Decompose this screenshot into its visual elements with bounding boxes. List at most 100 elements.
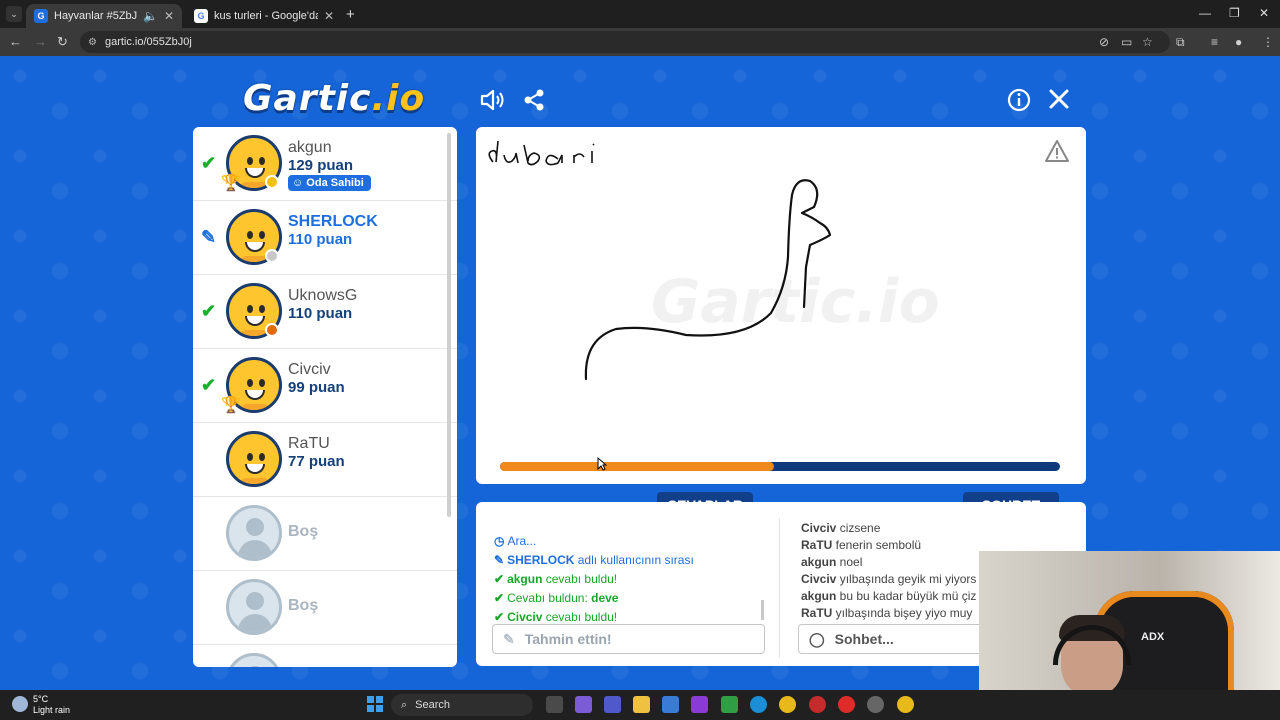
address-bar[interactable]: ⚙ gartic.io/055ZbJ0j [80,31,1170,53]
new-tab-plus-icon[interactable]: + [346,6,355,23]
status-dot [265,323,279,337]
chrome-active-icon[interactable] [897,696,914,713]
media-control-icon[interactable]: ≡ [1211,35,1218,49]
browser-tab-bar: ⌄ G Hayvanlar #5ZbJ0j (Türkçe) 🔈 ✕ G kus… [0,0,1280,28]
status-dot [265,175,279,189]
chat-message: Civciv cizsene [801,520,1086,537]
rain-cloud-icon [12,696,28,712]
empty-avatar-icon [226,653,282,667]
tracking-icon[interactable]: ⊘ [1099,35,1109,49]
answer-message [494,522,764,532]
chat-user: RaTU [801,606,833,620]
profile-avatar-icon[interactable]: ● [1235,35,1242,49]
url-text: gartic.io/055ZbJ0j [104,36,192,48]
teams-icon[interactable] [604,696,621,713]
opera-icon[interactable] [809,696,826,713]
store-icon[interactable] [662,696,679,713]
player-name: akgun [288,139,332,156]
owner-icon: ☺ [292,177,304,189]
chat-user: akgun [801,589,837,603]
info-icon[interactable] [1007,88,1031,112]
gartic-logo: Gartic.io [243,78,426,119]
tab-close-icon[interactable]: ✕ [164,9,174,23]
sound-icon[interactable] [480,88,506,112]
answer-message: ✔ akgun cevabı buldu! [494,572,618,586]
player-row[interactable]: ✔ 🏆 akgun 129 puan ☺ Oda Sahibi [193,127,457,201]
weather-temp: 5°C [33,694,49,704]
opera-gx-icon[interactable] [838,696,855,713]
reload-icon[interactable]: ↻ [57,34,68,50]
chair-logo: ADX [1141,631,1165,643]
settings-gear-icon[interactable] [867,696,884,713]
answer-input-placeholder: Tahmin ettin! [524,631,612,647]
google-favicon-icon: G [194,9,208,23]
check-icon: ✔ [494,572,505,586]
player-avatar [226,431,282,487]
player-name: SHERLOCK [288,213,378,230]
restore-icon[interactable]: ❐ [1229,6,1240,20]
menu-kebab-icon[interactable]: ⋮ [1262,35,1274,49]
player-list: ✔ 🏆 akgun 129 puan ☺ Oda Sahibi ✎ SHERLO… [193,127,457,667]
cast-icon[interactable]: ▭ [1121,35,1132,49]
player-score: 129 puan [288,157,354,174]
weather-desc: Light rain [33,705,71,715]
share-icon[interactable] [522,88,546,112]
bookmark-star-icon[interactable]: ☆ [1142,35,1153,49]
tab-close-icon[interactable]: ✕ [324,9,334,23]
browser-tab-gartic[interactable]: G Hayvanlar #5ZbJ0j (Türkçe) 🔈 ✕ [26,4,182,28]
chat-input[interactable]: ◯ Sohbet... [798,624,998,654]
task-view-icon[interactable] [546,696,563,713]
tab-search-chevron-icon[interactable]: ⌄ [6,6,22,22]
pencil-icon: ✎ [201,227,217,247]
empty-slot [193,645,457,667]
answer-input[interactable]: ✎ Tahmin ettin! [492,624,765,654]
file-explorer-icon[interactable] [633,696,650,713]
trophy-icon: 🏆 [221,397,241,414]
panel-divider [779,518,780,658]
chat-user: akgun [801,555,837,569]
windows-taskbar: 5°C Light rain ⌕ Search [0,690,1280,720]
close-game-icon[interactable] [1048,88,1070,110]
check-icon: ✔ [494,591,505,605]
player-name: Civciv [288,361,331,378]
forward-arrow-icon[interactable]: → [34,34,47,49]
report-warning-icon[interactable] [1044,139,1070,163]
extensions-icon[interactable]: ⧉ [1176,35,1185,50]
player-score: 77 puan [288,453,345,470]
chrome-icon[interactable] [779,696,796,713]
xbox-icon[interactable] [721,696,738,713]
player-row[interactable]: ✔ 🏆 Civciv 99 puan [193,349,457,423]
drawing-canvas[interactable]: Gartic.io [476,127,1086,484]
edge-icon[interactable] [750,696,767,713]
player-row[interactable]: RaTU 77 puan [193,423,457,497]
chat-text: bu bu kadar büyük mü çiz [836,589,977,603]
player-name: UknowsG [288,287,358,304]
media-app-icon[interactable] [691,696,708,713]
timer-fill [500,462,775,471]
player-score: 110 puan [288,305,353,322]
windows-start-icon[interactable] [367,696,383,712]
chat-user: Civciv [801,521,837,535]
room-owner-badge: ☺ Oda Sahibi [288,175,371,191]
empty-avatar-icon [226,505,282,561]
player-row[interactable]: ✎ SHERLOCK 110 puan [193,201,457,275]
minimize-icon[interactable]: — [1199,6,1211,20]
chat-user: RaTU [801,538,833,552]
tab-title: Hayvanlar #5ZbJ0j (Türkçe) [54,10,137,22]
clock-icon: ◷ [494,534,505,548]
taskbar-search[interactable]: ⌕ Search [391,694,533,716]
player-row[interactable]: ✔ UknowsG 110 puan [193,275,457,349]
chat-user: Civciv [801,572,837,586]
trophy-icon: 🏆 [221,175,241,192]
answer-message: ✎ SHERLOCK adlı kullanıcının sırası [494,553,694,567]
back-arrow-icon[interactable]: ← [9,34,22,49]
player-list-scrollbar[interactable] [447,133,451,517]
browser-tab-google[interactable]: G kus turleri - Google'da Ara ✕ [186,4,342,28]
window-close-icon[interactable]: ✕ [1259,6,1269,20]
speaker-icon[interactable]: 🔈 [143,9,158,23]
search-icon: ⌕ [401,698,408,711]
browser-toolbar: ← → ↻ ⚙ gartic.io/055ZbJ0j ⊘ ▭ ☆ ⧉ ≡ ● ⋮ [0,28,1280,56]
answers-scrollbar[interactable] [761,600,764,620]
copilot-icon[interactable] [575,696,592,713]
site-info-icon[interactable]: ⚙ [88,37,97,48]
